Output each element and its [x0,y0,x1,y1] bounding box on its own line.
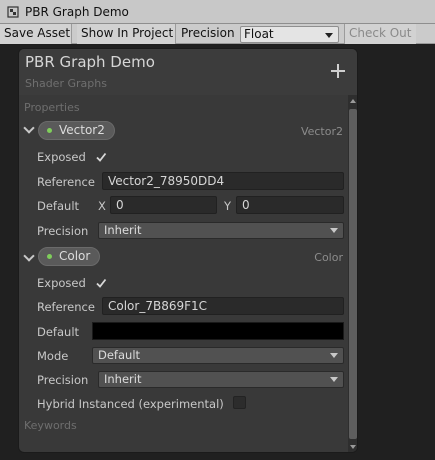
foldout-vector2-icon[interactable] [23,122,35,134]
precision-dropdown[interactable]: Inherit [98,371,344,388]
precision-label: Precision [37,373,89,387]
checkmark-icon [96,152,107,162]
window-title-bar: PBR Graph Demo [0,0,435,24]
x-value-field[interactable]: 0 [110,196,217,214]
property-type: Color [314,251,343,264]
default-label: Default [37,199,80,213]
default-color-field[interactable] [92,322,344,340]
scroll-down-icon[interactable] [350,445,356,449]
chevron-down-icon [325,33,333,38]
hybrid-instanced-checkbox[interactable] [233,396,246,409]
reference-label: Reference [37,300,95,314]
properties-section-title: Properties [24,101,80,114]
exposed-label: Exposed [37,276,86,290]
reference-field[interactable]: Vector2_78950DD4 [102,172,344,190]
chevron-down-icon [330,377,338,382]
default-label: Default [37,325,80,339]
chevron-down-icon [330,353,338,358]
property-pill-color[interactable]: Color [38,247,101,266]
show-in-project-button[interactable]: Show In Project [77,24,176,44]
plus-icon[interactable] [330,63,346,79]
exposed-dot-icon [47,254,52,259]
precision-dropdown-value: Inherit [104,372,142,386]
shader-graph-icon [7,6,19,18]
precision-label: Precision [37,224,89,238]
blackboard-title: PBR Graph Demo [25,53,155,71]
exposed-label: Exposed [37,150,86,164]
x-label: X [98,199,106,213]
blackboard-subtitle: Shader Graphs [25,77,107,90]
keywords-section-title: Keywords [24,419,77,432]
blackboard-panel: PBR Graph Demo Shader Graphs Properties … [18,48,358,453]
mode-dropdown[interactable]: Default [92,347,344,364]
exposed-checkbox[interactable] [95,151,107,163]
toolbar: Save Asset Show In Project Precision Flo… [0,24,435,44]
save-asset-button[interactable]: Save Asset [0,24,72,44]
property-pill-vector2[interactable]: Vector2 [38,121,115,140]
blackboard-header[interactable]: PBR Graph Demo Shader Graphs [19,49,357,95]
window-title: PBR Graph Demo [25,5,129,19]
precision-label: Precision [181,26,235,40]
precision-dropdown-value: Float [244,27,274,41]
property-type: Vector2 [300,125,343,138]
precision-dropdown[interactable]: Inherit [98,222,344,239]
reference-field[interactable]: Color_7B869F1C [102,297,344,315]
scroll-up-icon[interactable] [350,99,356,103]
exposed-checkbox[interactable] [95,277,107,289]
reference-label: Reference [37,175,95,189]
checkmark-icon [96,278,107,288]
property-name: Vector2 [59,123,105,137]
precision-dropdown[interactable]: Float [240,26,339,43]
foldout-color-icon[interactable] [23,250,35,262]
property-name: Color [59,249,91,263]
y-label: Y [224,199,232,213]
exposed-dot-icon [47,128,52,133]
chevron-down-icon [330,228,338,233]
check-out-button[interactable]: Check Out [344,24,416,44]
scroll-thumb[interactable] [349,109,357,439]
y-value-field[interactable]: 0 [236,196,344,214]
mode-label: Mode [37,349,69,363]
scrollbar[interactable] [348,95,357,452]
mode-dropdown-value: Default [98,348,141,362]
precision-dropdown-value: Inherit [104,223,142,237]
hybrid-instanced-label: Hybrid Instanced (experimental) [37,397,224,411]
